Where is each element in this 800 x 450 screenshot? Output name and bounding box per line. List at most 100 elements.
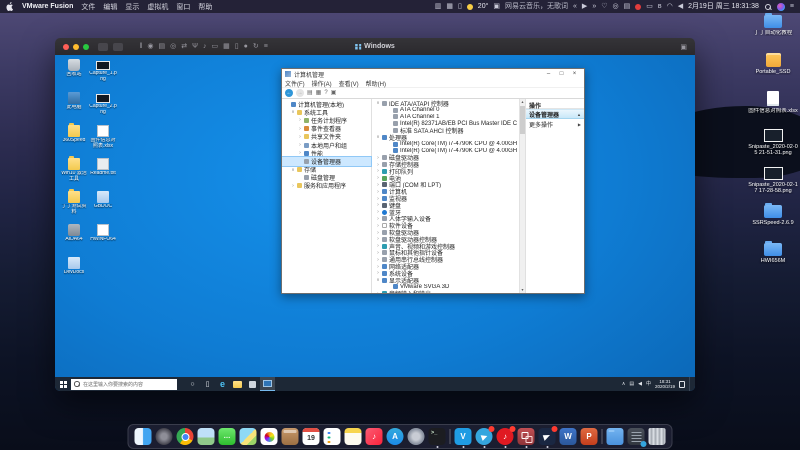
device-expander[interactable] [375,223,381,229]
help-toolbar-button[interactable]: ? [324,90,327,96]
airplay-icon[interactable]: ▭ [646,3,653,10]
menubar-menu-item[interactable]: 文件 [81,2,95,12]
vm-snapshot-button[interactable] [113,43,123,51]
macos-desktop-icon[interactable]: Snipaste_2020-02-05 21-51-31.png [747,129,799,161]
ime-indicator[interactable]: 中 [646,382,651,387]
device-row[interactable]: 键盘 [372,202,517,209]
show-desktop-button[interactable] [689,377,691,391]
device-row[interactable]: 监视器 [372,195,517,202]
media-play-icon[interactable]: ▶ [582,3,587,10]
tree-item[interactable]: 本地用户和组 [282,141,371,149]
netease-music-menu-icon[interactable] [635,4,641,10]
menu-extra-icon[interactable]: ▤ [624,3,631,10]
notes-icon[interactable] [345,428,362,445]
weather-temp[interactable]: 20° [478,3,489,10]
display-icon[interactable]: ▭ [209,43,221,50]
device-row[interactable]: 通用串行总线控制器 [372,256,517,263]
snapshots-button[interactable]: ◉ [145,43,156,50]
device-expander[interactable] [375,291,381,293]
tree-item[interactable]: 磁盘管理 [282,174,371,182]
network-tray-icon[interactable]: ▤ [629,382,634,387]
start-button[interactable] [55,377,71,391]
device-expander[interactable] [375,134,381,140]
scroll-down-arrow[interactable]: ▼ [520,287,525,293]
device-row[interactable]: 存储控制器 [372,161,517,168]
device-expander[interactable] [375,230,381,236]
task-view-button[interactable]: ▯ [200,377,215,391]
media-next-icon[interactable]: » [592,3,596,10]
telegram-icon[interactable] [476,428,493,445]
battery-icon[interactable]: ▯ [458,3,462,10]
actions-device-manager-section[interactable]: 设备管理器 ▲ [526,109,584,119]
macos-desktop-icon[interactable]: HWI656M [747,243,799,275]
settings-icon[interactable]: ≡ [261,43,270,50]
taskbar-search-box[interactable]: 在这里输入你要搜索的内容 [71,379,177,390]
tree-item[interactable]: 事件查看器 [282,125,371,133]
netease-music-icon[interactable]: ♪ [497,428,514,445]
siri-icon[interactable] [777,3,785,11]
device-expander[interactable] [375,168,381,174]
device-row[interactable]: 磁盘驱动器 [372,154,517,161]
windows-desktop[interactable]: 回收站 此电脑 360Speed Win10 激活工具 丁丁测试资料 AIDA6… [55,55,695,391]
maps-icon[interactable] [240,428,257,445]
collapse-arrow-icon[interactable]: ▲ [577,112,581,117]
tree-item[interactable]: 任务计划程序 [282,116,371,124]
cm-close-button[interactable]: × [568,69,581,79]
usb-icon[interactable]: Ψ [190,43,201,50]
device-row[interactable]: 计算机 [372,188,517,195]
volume-tray-icon[interactable]: ◀ [638,382,642,387]
system-preferences-icon[interactable] [408,428,425,445]
vscode-icon[interactable]: V [455,428,472,445]
windows-desktop-icon[interactable]: 固件信息对照表.xlsx [89,125,117,158]
device-expander[interactable] [375,182,381,188]
device-expander[interactable] [375,257,381,263]
device-row[interactable]: 系统设备 [372,270,517,277]
tree-expander[interactable] [290,109,296,115]
lark-icon[interactable] [539,428,556,445]
network-adapter-icon[interactable]: ⇄ [179,43,190,50]
tree-item[interactable]: 性能 [282,149,371,157]
device-expander[interactable] [375,250,381,256]
macos-desktop-icon[interactable]: 固件信息对照表.xlsx [747,91,799,123]
cm-maximize-button[interactable]: □ [555,69,568,79]
edge-button[interactable]: e [215,377,230,391]
device-row[interactable]: 人体学输入设备 [372,216,517,223]
cd-dvd-icon[interactable]: ◎ [168,43,179,50]
macos-desktop-icon[interactable]: SSRSpeed-2.6.9 [747,205,799,237]
apple-menu-icon[interactable] [6,2,14,11]
forward-button[interactable]: → [296,89,304,97]
vm-sidebar-toggle-icon[interactable]: ▣ [680,43,687,51]
device-row[interactable]: ATA Channel 0 [372,107,517,114]
cm-minimize-button[interactable]: – [542,69,555,79]
cm-menu-item[interactable]: 帮助(H) [366,79,386,88]
menubar-menu-item[interactable]: 窗口 [176,2,190,12]
device-row[interactable]: Intel(R) Core(TM) i7-4790K CPU @ 4.00GHz [372,148,517,155]
action-center-icon[interactable] [679,381,685,388]
chrome-icon[interactable] [177,428,194,445]
device-row[interactable]: 音频输入和输出 [372,290,517,293]
now-playing-text[interactable]: 网易云音乐，无歌词 [505,3,568,10]
computer-management-taskbar-button[interactable] [260,377,275,391]
device-expander[interactable] [375,196,381,202]
stats-menu-icon[interactable]: ▥ [435,3,442,10]
device-expander[interactable] [375,100,381,106]
cm-menu-item[interactable]: 操作(A) [312,79,332,88]
messages-icon[interactable]: … [219,428,236,445]
scroll-up-arrow[interactable]: ▲ [520,99,525,105]
device-expander[interactable] [375,209,381,215]
calendar-icon[interactable]: 19 [303,428,320,445]
media-prev-icon[interactable]: « [573,3,577,10]
vertical-scrollbar[interactable]: ▲ ▼ [519,99,525,293]
tree-expander[interactable] [297,117,303,123]
tree-expander[interactable] [297,142,303,148]
close-button[interactable] [63,44,69,50]
menubar-menu-item[interactable]: 编辑 [103,2,117,12]
repeat-icon[interactable]: ◎ [613,3,619,10]
windows-desktop-icon[interactable]: HWiNFO64 [89,224,117,257]
heart-icon[interactable]: ♡ [601,3,607,10]
minimize-button[interactable] [73,44,79,50]
preview-icon[interactable] [198,428,215,445]
device-row[interactable]: 电池 [372,175,517,182]
launchpad-icon[interactable] [156,428,173,445]
music-icon[interactable]: ♪ [366,428,383,445]
